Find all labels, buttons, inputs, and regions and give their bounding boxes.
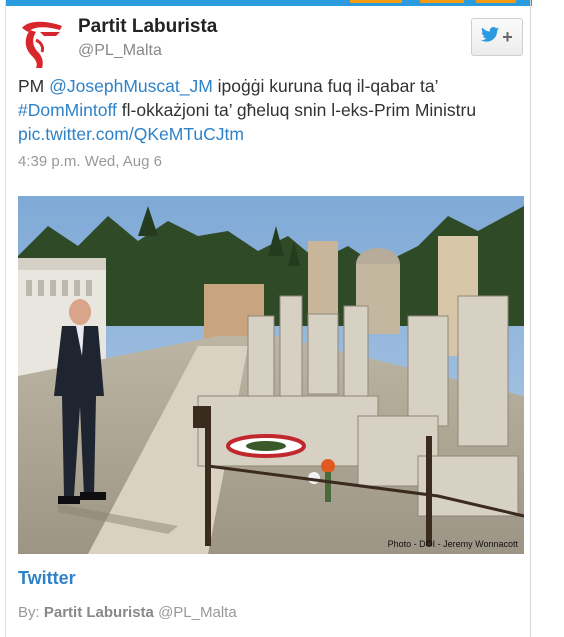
photo-credit: Photo - DOI - Jeremy Wonnacott (387, 539, 518, 549)
tweet-header: Partit Laburista @PL_Malta + (16, 14, 526, 70)
photo-illustration (18, 196, 524, 554)
twitter-bird-icon (481, 27, 500, 47)
tweet-timestamp[interactable]: 4:39 p.m. Wed, Aug 6 (18, 153, 162, 170)
tweet-text-part: ipoġġi kuruna fuq il-qabar ta’ (212, 76, 439, 96)
party-logo-icon[interactable] (16, 18, 66, 68)
tweet-card: Partit Laburista @PL_Malta + PM @JosephM… (6, 6, 530, 637)
top-tab[interactable] (420, 0, 464, 3)
tweet-photo[interactable]: Photo - DOI - Jeremy Wonnacott (18, 196, 524, 554)
top-tab[interactable] (350, 0, 402, 3)
follow-plus: + (502, 27, 513, 47)
top-tab[interactable] (476, 0, 516, 3)
right-divider (530, 0, 531, 637)
tweet-text: PM @JosephMuscat_JM ipoġġi kuruna fuq il… (18, 74, 523, 146)
byline-author[interactable]: Partit Laburista (44, 604, 154, 621)
byline-handle[interactable]: @PL_Malta (158, 604, 237, 621)
pic-link[interactable]: pic.twitter.com/QKeMTuCJtm (18, 124, 244, 144)
follow-button[interactable]: + (471, 18, 523, 56)
byline-label: By: (18, 604, 40, 621)
twitter-source-link[interactable]: Twitter (18, 568, 76, 589)
author-name[interactable]: Partit Laburista (78, 16, 217, 38)
mention-link[interactable]: @JosephMuscat_JM (49, 76, 213, 96)
tweet-text-part: fl-okkażjoni ta’ għeluq snin l-eks-Prim … (116, 100, 477, 120)
hashtag-link[interactable]: #DomMintoff (18, 100, 117, 120)
byline: By: Partit Laburista @PL_Malta (18, 604, 237, 621)
author-handle[interactable]: @PL_Malta (78, 42, 162, 60)
tweet-text-part: PM (18, 76, 50, 96)
